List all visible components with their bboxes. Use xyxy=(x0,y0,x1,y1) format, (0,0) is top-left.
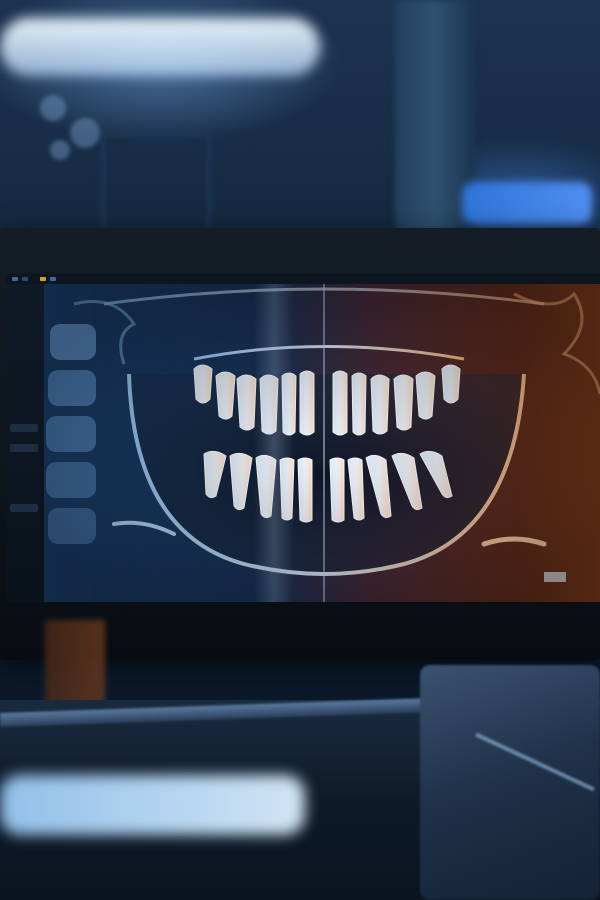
lower-tooth xyxy=(279,457,295,521)
upper-tooth xyxy=(393,374,414,431)
upper-tooth xyxy=(236,374,257,431)
background-object xyxy=(45,620,105,710)
maxilla-line xyxy=(193,345,465,361)
photo-scene xyxy=(0,0,600,900)
dental-equipment xyxy=(420,665,600,900)
monitor-screen xyxy=(6,274,600,602)
bokeh-light xyxy=(50,140,70,160)
sidebar-row xyxy=(10,424,38,432)
lower-tooth xyxy=(365,454,392,519)
lower-tooth xyxy=(329,457,345,523)
lower-teeth xyxy=(203,450,453,523)
ceiling-light xyxy=(0,18,320,76)
lower-tooth xyxy=(391,452,423,511)
lower-tooth xyxy=(203,450,227,499)
upper-teeth xyxy=(193,364,461,436)
viewer-toolbar xyxy=(6,274,600,284)
upper-tooth xyxy=(281,372,297,436)
xray-svg xyxy=(46,284,600,602)
upper-tooth xyxy=(193,364,213,404)
bokeh-light xyxy=(40,95,66,121)
lower-tooth xyxy=(297,457,313,523)
sidebar-row xyxy=(10,504,38,512)
xray-texture xyxy=(73,300,137,365)
upper-tooth xyxy=(332,370,348,436)
hyoid-bone xyxy=(112,520,176,536)
upper-tooth xyxy=(299,370,315,436)
image-marker xyxy=(544,572,566,582)
toolbar-indicator xyxy=(22,277,28,281)
skull-outline xyxy=(103,287,545,306)
sidebar-row xyxy=(10,444,38,452)
background-blue-light xyxy=(462,182,592,224)
toolbar-indicator xyxy=(40,277,46,281)
cervical-spine xyxy=(46,324,96,544)
upper-tooth xyxy=(259,374,279,435)
mandible xyxy=(127,373,526,576)
hyoid-bone xyxy=(481,536,547,547)
toolbar-indicator xyxy=(12,277,18,281)
lower-tooth xyxy=(255,454,277,519)
panoramic-xray-image xyxy=(44,284,600,602)
xray-texture xyxy=(513,291,600,395)
lower-tooth xyxy=(347,457,365,521)
toolbar-indicator xyxy=(50,277,56,281)
lower-tooth xyxy=(229,452,253,511)
desk-light-reflection xyxy=(0,775,305,835)
upper-tooth xyxy=(215,371,236,420)
upper-tooth xyxy=(415,371,436,420)
screen-glare xyxy=(254,284,294,602)
lower-tooth xyxy=(419,450,453,499)
bokeh-light xyxy=(70,118,100,148)
upper-tooth xyxy=(351,372,367,436)
upper-tooth xyxy=(441,364,461,404)
viewer-sidebar xyxy=(6,284,45,602)
upper-tooth xyxy=(370,374,390,435)
